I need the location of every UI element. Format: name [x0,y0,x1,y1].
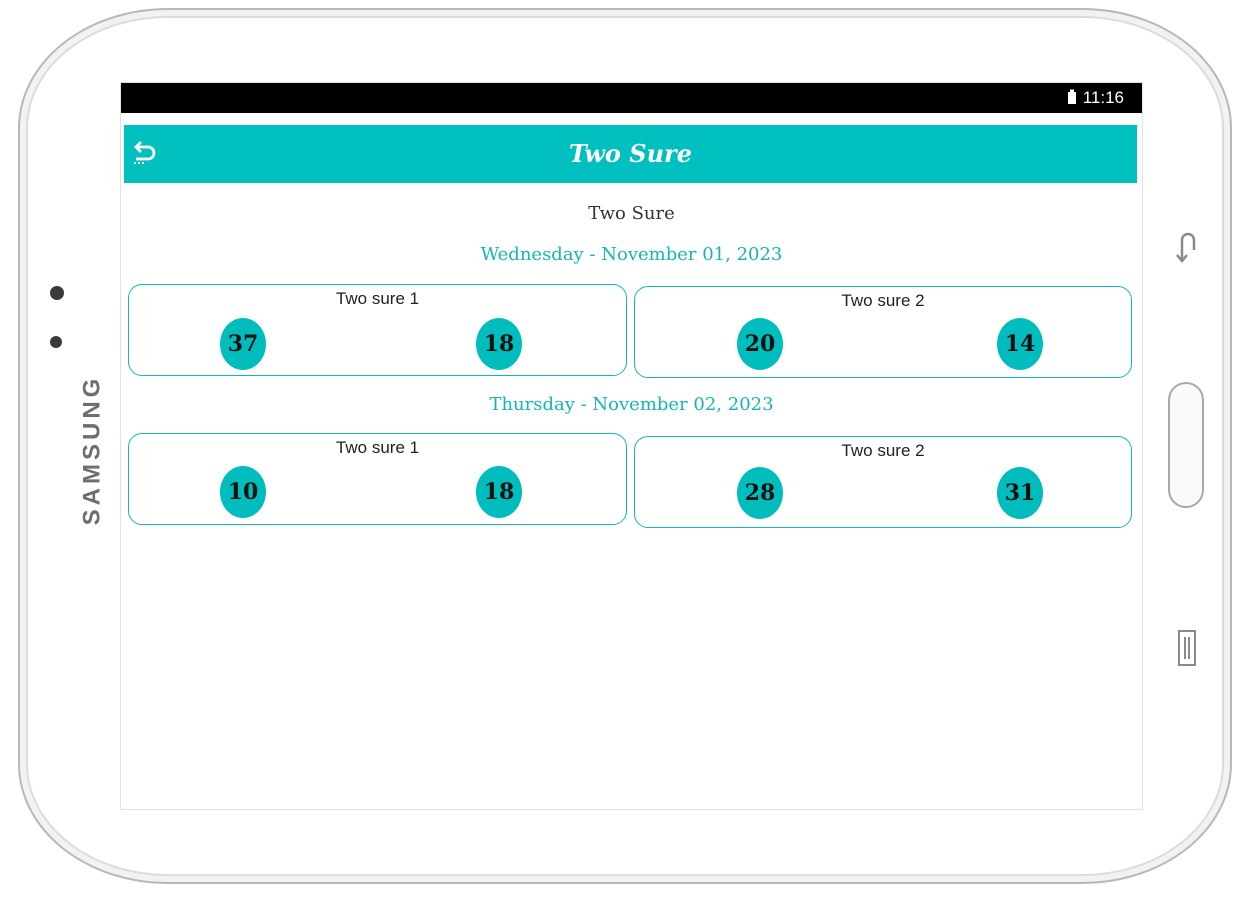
result-card[interactable]: Two sure 1 37 18 [128,284,627,376]
card-title: Two sure 1 [335,438,420,457]
light-sensor [50,336,62,348]
day-date: Wednesday - November 01, 2023 [480,244,783,265]
number-ball: 37 [220,318,266,370]
menu-key-icon[interactable] [1176,628,1198,674]
brand-logo: SAMSUNG [78,374,106,526]
card-title: Two sure 1 [335,289,420,308]
home-button[interactable] [1168,382,1204,508]
number-ball: 10 [220,466,266,518]
status-bar: 11:16 [121,83,1142,113]
result-card[interactable]: Two sure 2 20 14 [634,286,1132,378]
page-heading: Two Sure [588,203,675,224]
number-ball: 28 [737,467,783,519]
app-title: Two Sure [569,139,692,168]
back-key-icon[interactable] [1174,230,1200,270]
number-ball: 14 [997,318,1043,370]
app-bar: Two Sure [124,125,1137,183]
card-title: Two sure 2 [841,441,925,460]
number-ball: 18 [476,318,522,370]
result-card[interactable]: Two sure 1 10 18 [128,433,627,525]
screen: 11:16 Two Sure Two Sure Wednesday - Nove… [120,82,1143,810]
card-title: Two sure 2 [841,291,925,310]
number-ball: 31 [997,467,1043,519]
front-camera [50,286,64,300]
number-ball: 18 [476,466,522,518]
status-time: 11:16 [1082,88,1124,107]
day-date: Thursday - November 02, 2023 [489,394,774,415]
result-card[interactable]: Two sure 2 28 31 [634,436,1132,528]
battery-icon [1067,89,1077,108]
number-ball: 20 [737,318,783,370]
